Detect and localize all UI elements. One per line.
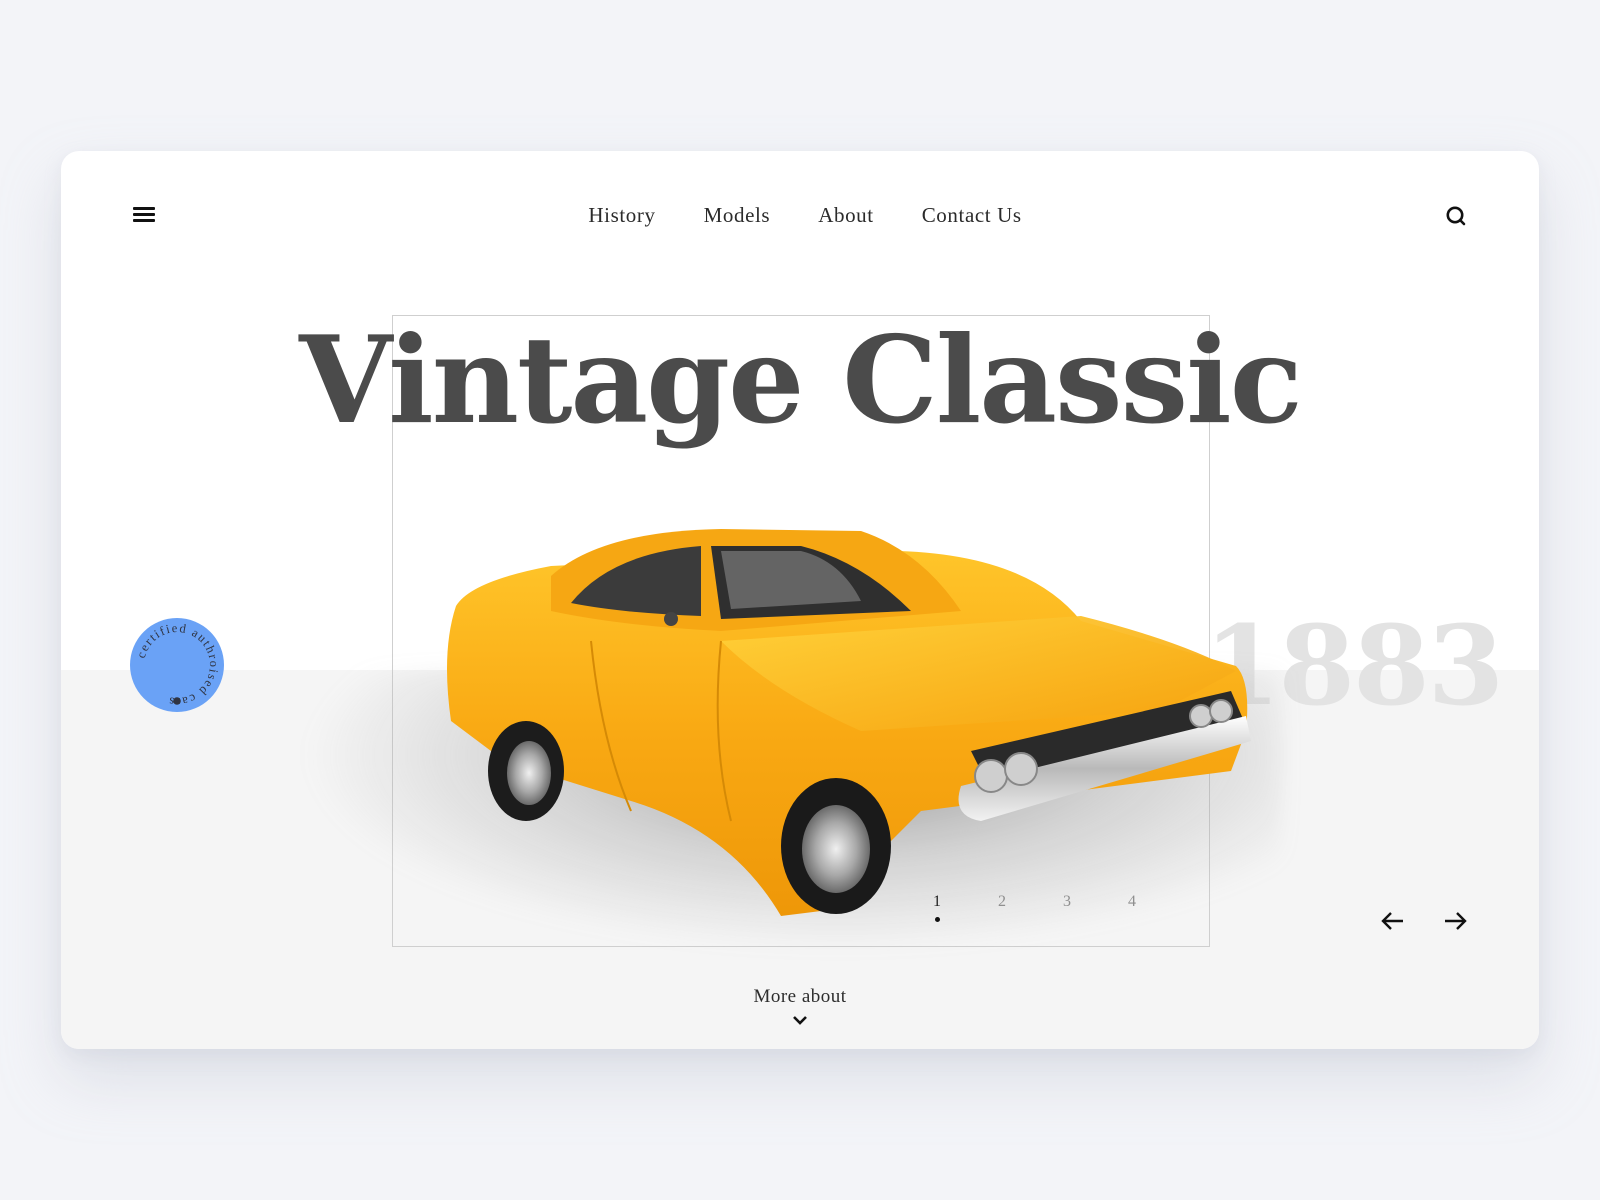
active-page-indicator xyxy=(935,917,940,922)
page-3[interactable]: 3 xyxy=(1057,893,1077,911)
search-icon[interactable] xyxy=(1444,204,1468,228)
more-about-link[interactable]: More about xyxy=(753,986,846,1007)
page-2[interactable]: 2 xyxy=(992,893,1012,911)
hero-card: History Models About Contact Us 1883 Vin… xyxy=(61,151,1539,1049)
nav-item-about[interactable]: About xyxy=(818,203,874,228)
chevron-down-icon[interactable] xyxy=(792,1014,808,1026)
nav-item-contact-us[interactable]: Contact Us xyxy=(922,203,1022,228)
nav-item-history[interactable]: History xyxy=(588,203,655,228)
arrow-right-icon[interactable] xyxy=(1441,909,1469,933)
page-1[interactable]: 1 xyxy=(927,893,947,911)
main-nav: History Models About Contact Us xyxy=(61,203,1539,228)
hero-title: Vintage Classic xyxy=(299,310,1303,451)
yellow-classic-car-illustration xyxy=(447,529,1251,916)
more-about: More about xyxy=(61,986,1539,1026)
page-4[interactable]: 4 xyxy=(1122,893,1142,911)
nav-item-models[interactable]: Models xyxy=(704,203,771,228)
certified-badge[interactable]: certified authroised cars xyxy=(129,617,225,713)
car-image xyxy=(301,491,1301,961)
arrow-left-icon[interactable] xyxy=(1379,909,1407,933)
